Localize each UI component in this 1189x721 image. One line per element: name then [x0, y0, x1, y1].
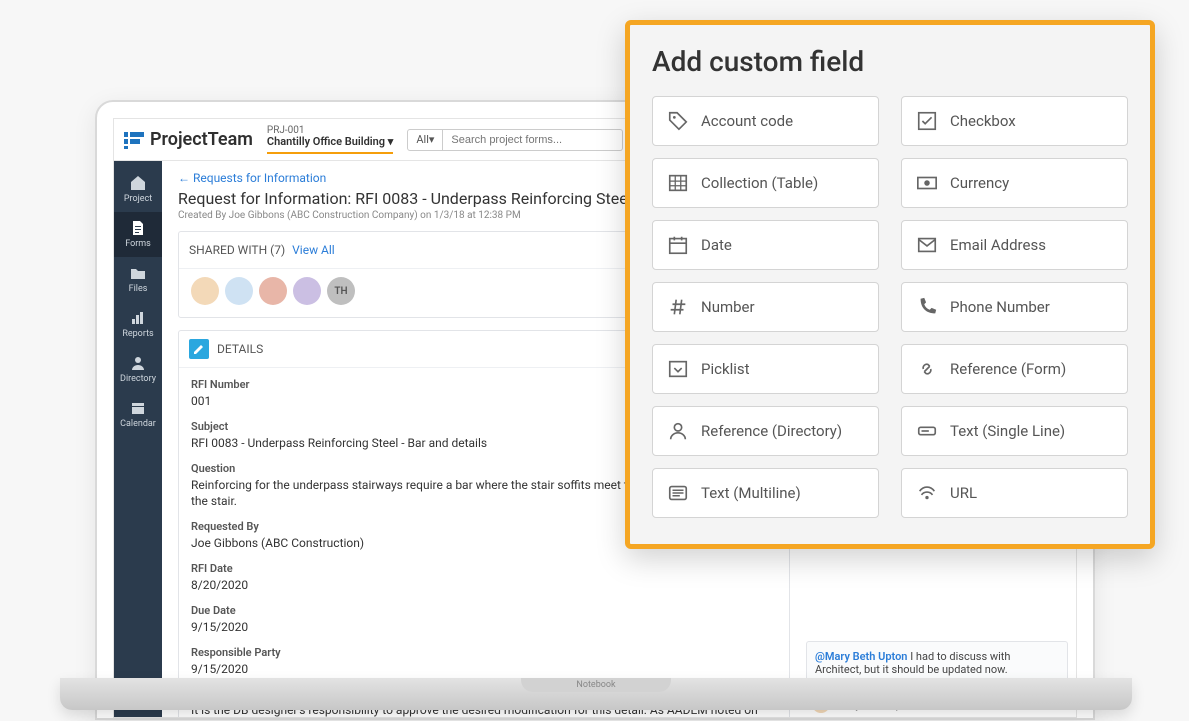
sidebar-item-label: Files	[114, 284, 162, 294]
sidebar-item-reports[interactable]: Reports	[114, 302, 162, 347]
hash-icon	[667, 296, 689, 318]
mention[interactable]: @Mary Beth Upton	[815, 650, 907, 663]
directory-icon	[130, 355, 146, 371]
currency-icon	[916, 172, 938, 194]
laptop-brand-label: Notebook	[576, 678, 615, 692]
project-name: Chantilly Office Building	[267, 135, 385, 148]
sidebar-item-directory[interactable]: Directory	[114, 347, 162, 392]
search-input[interactable]	[443, 129, 623, 151]
search-filter-pill[interactable]: All ▾	[407, 129, 443, 151]
field-label: RFI Date	[191, 562, 777, 575]
add-custom-field-modal: Add custom field Account code Checkbox C…	[625, 20, 1155, 549]
field-type-picklist[interactable]: Picklist	[652, 344, 879, 394]
email-icon	[916, 234, 938, 256]
field-type-date[interactable]: Date	[652, 220, 879, 270]
project-selector[interactable]: PRJ-001 Chantilly Office Building ▾	[267, 125, 393, 154]
brand-text: ProjectTeam	[150, 129, 253, 150]
modal-title: Add custom field	[652, 45, 1128, 78]
brand-logo[interactable]: ProjectTeam	[124, 129, 253, 150]
sidebar-item-label: Calendar	[114, 419, 162, 429]
checkbox-icon	[916, 110, 938, 132]
calendar-icon	[667, 234, 689, 256]
sidebar-item-calendar[interactable]: Calendar	[114, 392, 162, 437]
sidebar-item-forms[interactable]: Forms	[114, 212, 162, 257]
person-icon	[667, 420, 689, 442]
field-label: Due Date	[191, 604, 777, 617]
field-value: 8/20/2020	[191, 577, 777, 594]
chart-icon	[130, 310, 146, 326]
field-type-phone[interactable]: Phone Number	[901, 282, 1128, 332]
sidebar-item-files[interactable]: Files	[114, 257, 162, 302]
document-icon	[130, 220, 146, 236]
picklist-icon	[667, 358, 689, 380]
text-multi-icon	[667, 482, 689, 504]
table-icon	[667, 172, 689, 194]
field-type-reference-directory[interactable]: Reference (Directory)	[652, 406, 879, 456]
pencil-icon[interactable]	[189, 339, 209, 359]
field-type-email[interactable]: Email Address	[901, 220, 1128, 270]
avatar[interactable]: TH	[327, 277, 355, 305]
field-value: 9/15/2020	[191, 619, 777, 636]
field-type-label: Collection (Table)	[701, 174, 818, 192]
field-type-label: Reference (Directory)	[701, 422, 842, 440]
avatar[interactable]	[191, 277, 219, 305]
field-type-label: Text (Multiline)	[701, 484, 801, 502]
field-type-label: Email Address	[950, 236, 1046, 254]
sidebar-item-project[interactable]: Project	[114, 167, 162, 212]
brand-icon	[124, 130, 144, 150]
calendar-icon	[130, 400, 146, 416]
field-type-label: Account code	[701, 112, 793, 130]
field-type-label: Date	[701, 236, 732, 254]
field-type-text-single[interactable]: Text (Single Line)	[901, 406, 1128, 456]
field-type-label: Number	[701, 298, 755, 316]
field-type-label: Text (Single Line)	[950, 422, 1065, 440]
text-single-icon	[916, 420, 938, 442]
avatar[interactable]	[225, 277, 253, 305]
field-type-account-code[interactable]: Account code	[652, 96, 879, 146]
shared-label: SHARED WITH (7)	[189, 243, 285, 257]
sidebar: Project Forms Files Reports Directory	[114, 161, 162, 717]
url-icon	[916, 482, 938, 504]
avatar[interactable]	[293, 277, 321, 305]
field-type-label: Phone Number	[950, 298, 1050, 316]
field-type-url[interactable]: URL	[901, 468, 1128, 518]
field-type-number[interactable]: Number	[652, 282, 879, 332]
phone-icon	[916, 296, 938, 318]
field-value: 9/15/2020	[191, 661, 777, 678]
sidebar-item-label: Forms	[114, 239, 162, 249]
avatar[interactable]	[259, 277, 287, 305]
field-label: Responsible Party	[191, 646, 777, 659]
sidebar-item-label: Directory	[114, 374, 162, 384]
link-icon	[916, 358, 938, 380]
field-type-collection[interactable]: Collection (Table)	[652, 158, 879, 208]
field-type-reference-form[interactable]: Reference (Form)	[901, 344, 1128, 394]
tag-icon	[667, 110, 689, 132]
home-icon	[130, 175, 146, 191]
field-type-label: Checkbox	[950, 112, 1016, 130]
field-type-currency[interactable]: Currency	[901, 158, 1128, 208]
laptop-base: Notebook	[60, 678, 1132, 710]
field-type-label: Reference (Form)	[950, 360, 1066, 378]
field-type-label: Currency	[950, 174, 1009, 192]
field-type-text-multi[interactable]: Text (Multiline)	[652, 468, 879, 518]
sidebar-item-label: Reports	[114, 329, 162, 339]
folder-icon	[130, 265, 146, 281]
details-heading: DETAILS	[217, 342, 263, 356]
field-type-checkbox[interactable]: Checkbox	[901, 96, 1128, 146]
view-all-link[interactable]: View All	[292, 243, 335, 257]
field-type-label: URL	[950, 484, 977, 502]
sidebar-item-label: Project	[114, 194, 162, 204]
field-type-label: Picklist	[701, 360, 750, 378]
